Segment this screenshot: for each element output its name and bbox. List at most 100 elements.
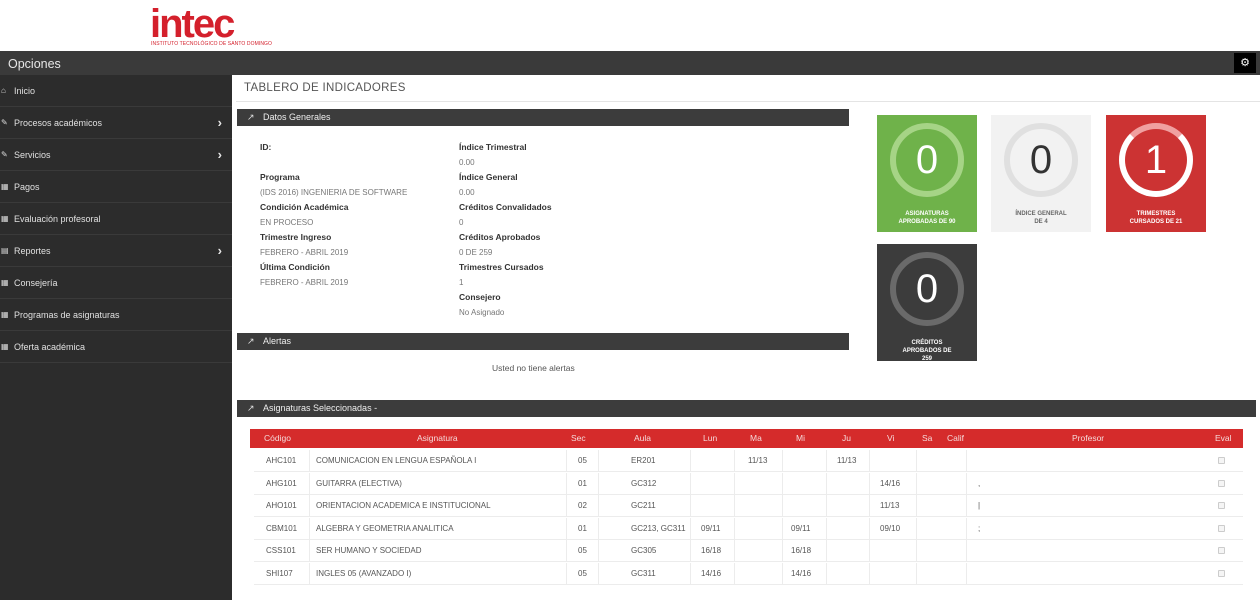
eval-checkbox[interactable] [1218,570,1225,577]
sidebar-item[interactable]: ▦ Evaluación profesoral [0,203,232,235]
sidebar: Opciones ⌂ Inicio ✎ Procesos académicos › ✎ Se… [0,51,232,600]
column-header[interactable]: Sec [571,429,586,448]
table-row[interactable]: AHC101 COMUNICACION EN LENGUA ESPAÑOLA I 0… [254,450,1243,472]
column-header[interactable]: Calif [947,429,964,448]
column-divider [690,450,691,472]
column-header[interactable]: Asignatura [417,429,458,448]
indicator-caption-line: APROBADAS DE 90 [898,219,956,225]
column-divider [966,450,967,472]
page-title: TABLERO DE INDICADORES [244,82,406,94]
sidebar-item[interactable]: ▦ Programas de asignaturas [0,299,232,331]
indicator-caption: ASIGNATURAS APROBADAS DE 90 [877,210,977,226]
column-header[interactable]: Vi [887,429,894,448]
eval-checkbox[interactable] [1218,479,1225,487]
sidebar-item[interactable]: ▦ Oferta académica [0,331,232,363]
sidebar-item[interactable]: ✎ Servicios › [0,139,232,171]
column-divider [826,517,827,540]
indicator-caption: CRÉDITOS APROBADOS DE 259 [877,339,977,361]
column-divider [826,472,827,495]
indicator-tile[interactable]: 1 TRIMESTRES CURSADOS DE 21 [1106,115,1206,232]
datos-value [260,155,450,170]
column-divider [690,540,691,563]
indicator-ring: 1 [1119,123,1193,197]
eval-checkbox[interactable] [1218,502,1225,510]
table-row[interactable]: AHG101 GUITARRA (ELECTIVA) 01 GC312 14/16, [254,472,1243,495]
datos-value: 1 [459,278,464,287]
table-row[interactable]: SHI107 INGLES 05 (AVANZADO I) 05 GC311 14/16… [254,563,1243,585]
column-divider [826,495,827,518]
cell-codigo: CSS101 [266,546,296,556]
column-header[interactable]: Eval [1215,429,1232,448]
column-divider [566,495,567,518]
sidebar-item-label: Reportes [14,246,51,256]
gear-icon[interactable]: ⚙ [1234,53,1256,73]
column-divider [598,540,599,563]
cell-vi: 11/13 [880,501,900,511]
cell-mi: 09/11 [791,523,811,533]
sidebar-item[interactable]: ▦ Consejería [0,267,232,299]
column-divider [826,450,827,472]
chevron-right-icon: › [217,115,222,130]
datos-left-column: ID: Programa (IDS 2016) INGENIERIA DE SOFT… [260,140,450,290]
table-row[interactable]: CBM101 ALGEBRA Y GEOMETRIA ANALITICA 01 GC2… [254,517,1243,540]
column-divider [309,517,310,540]
sidebar-item-label: Consejería [14,278,58,288]
table-row[interactable]: CSS101 SER HUMANO Y SOCIEDAD 05 GC305 16/18 1… [254,540,1243,563]
column-header[interactable]: Mi [796,429,805,448]
cell-aula: GC213, GC311 [631,523,686,533]
column-header[interactable]: Código [264,429,291,448]
panel-asignaturas-header[interactable]: ↗ Asignaturas Seleccionadas - [237,400,1256,417]
datos-label: Condición Académica [260,202,349,212]
calendar-icon: ▦ [1,278,9,287]
sidebar-item-label: Procesos académicos [14,118,103,128]
column-divider [309,472,310,495]
column-divider [566,472,567,495]
table-row[interactable]: AHO101 ORIENTACION ACADEMICA E INSTITUCIO… [254,495,1243,518]
sidebar-item[interactable]: ✎ Procesos académicos › [0,107,232,139]
eval-checkbox[interactable] [1218,457,1225,464]
column-header[interactable]: Aula [634,429,651,448]
panel-datos-generales-header[interactable]: ↗ Datos Generales [237,109,849,126]
chart-icon: ▤ [1,246,9,255]
sidebar-item[interactable]: ⌂ Inicio [0,75,232,107]
column-divider [734,540,735,563]
column-divider [869,450,870,472]
panel-alertas-header[interactable]: ↗ Alertas [237,333,849,350]
column-divider [782,540,783,563]
external-link-icon: ↗ [247,112,255,122]
indicator-tile[interactable]: 0 ASIGNATURAS APROBADAS DE 90 [877,115,977,232]
column-header[interactable]: Profesor [1072,429,1104,448]
sidebar-item-label: Evaluación profesoral [14,214,101,224]
column-divider [690,472,691,495]
column-divider [869,563,870,585]
column-header[interactable]: Ma [750,429,762,448]
indicator-value: 0 [1029,138,1053,182]
cell-aula: GC311 [631,569,656,578]
column-divider [916,450,917,472]
cell-profesor: , [978,478,981,488]
cell-sec: 05 [578,546,587,556]
indicator-tile[interactable]: 0 ÍNDICE GENERAL DE 4 [991,115,1091,232]
column-divider [309,540,310,563]
eval-checkbox[interactable] [1218,524,1225,532]
column-divider [598,472,599,495]
calendar-icon: ▦ [1,310,9,319]
column-header[interactable]: Sa [922,429,932,448]
sidebar-item[interactable]: ▤ Reportes › [0,235,232,267]
datos-value: 0.00 [459,188,475,197]
column-divider [916,495,917,518]
column-divider [598,563,599,585]
column-divider [966,563,967,585]
indicator-tile[interactable]: 0 CRÉDITOS APROBADOS DE 259 [877,244,977,361]
column-header[interactable]: Ju [842,429,851,448]
datos-label: Programa [260,172,300,182]
column-divider [566,450,567,472]
intec-logo[interactable]: intec INSTITUTO TECNOLÓGICO DE SANTO DOM… [150,4,272,50]
sidebar-item[interactable]: ▦ Pagos [0,171,232,203]
eval-checkbox[interactable] [1218,547,1225,555]
panel-title: Datos Generales [263,112,331,122]
column-divider [916,563,917,585]
column-divider [734,563,735,585]
column-divider [690,563,691,585]
column-header[interactable]: Lun [703,429,717,448]
